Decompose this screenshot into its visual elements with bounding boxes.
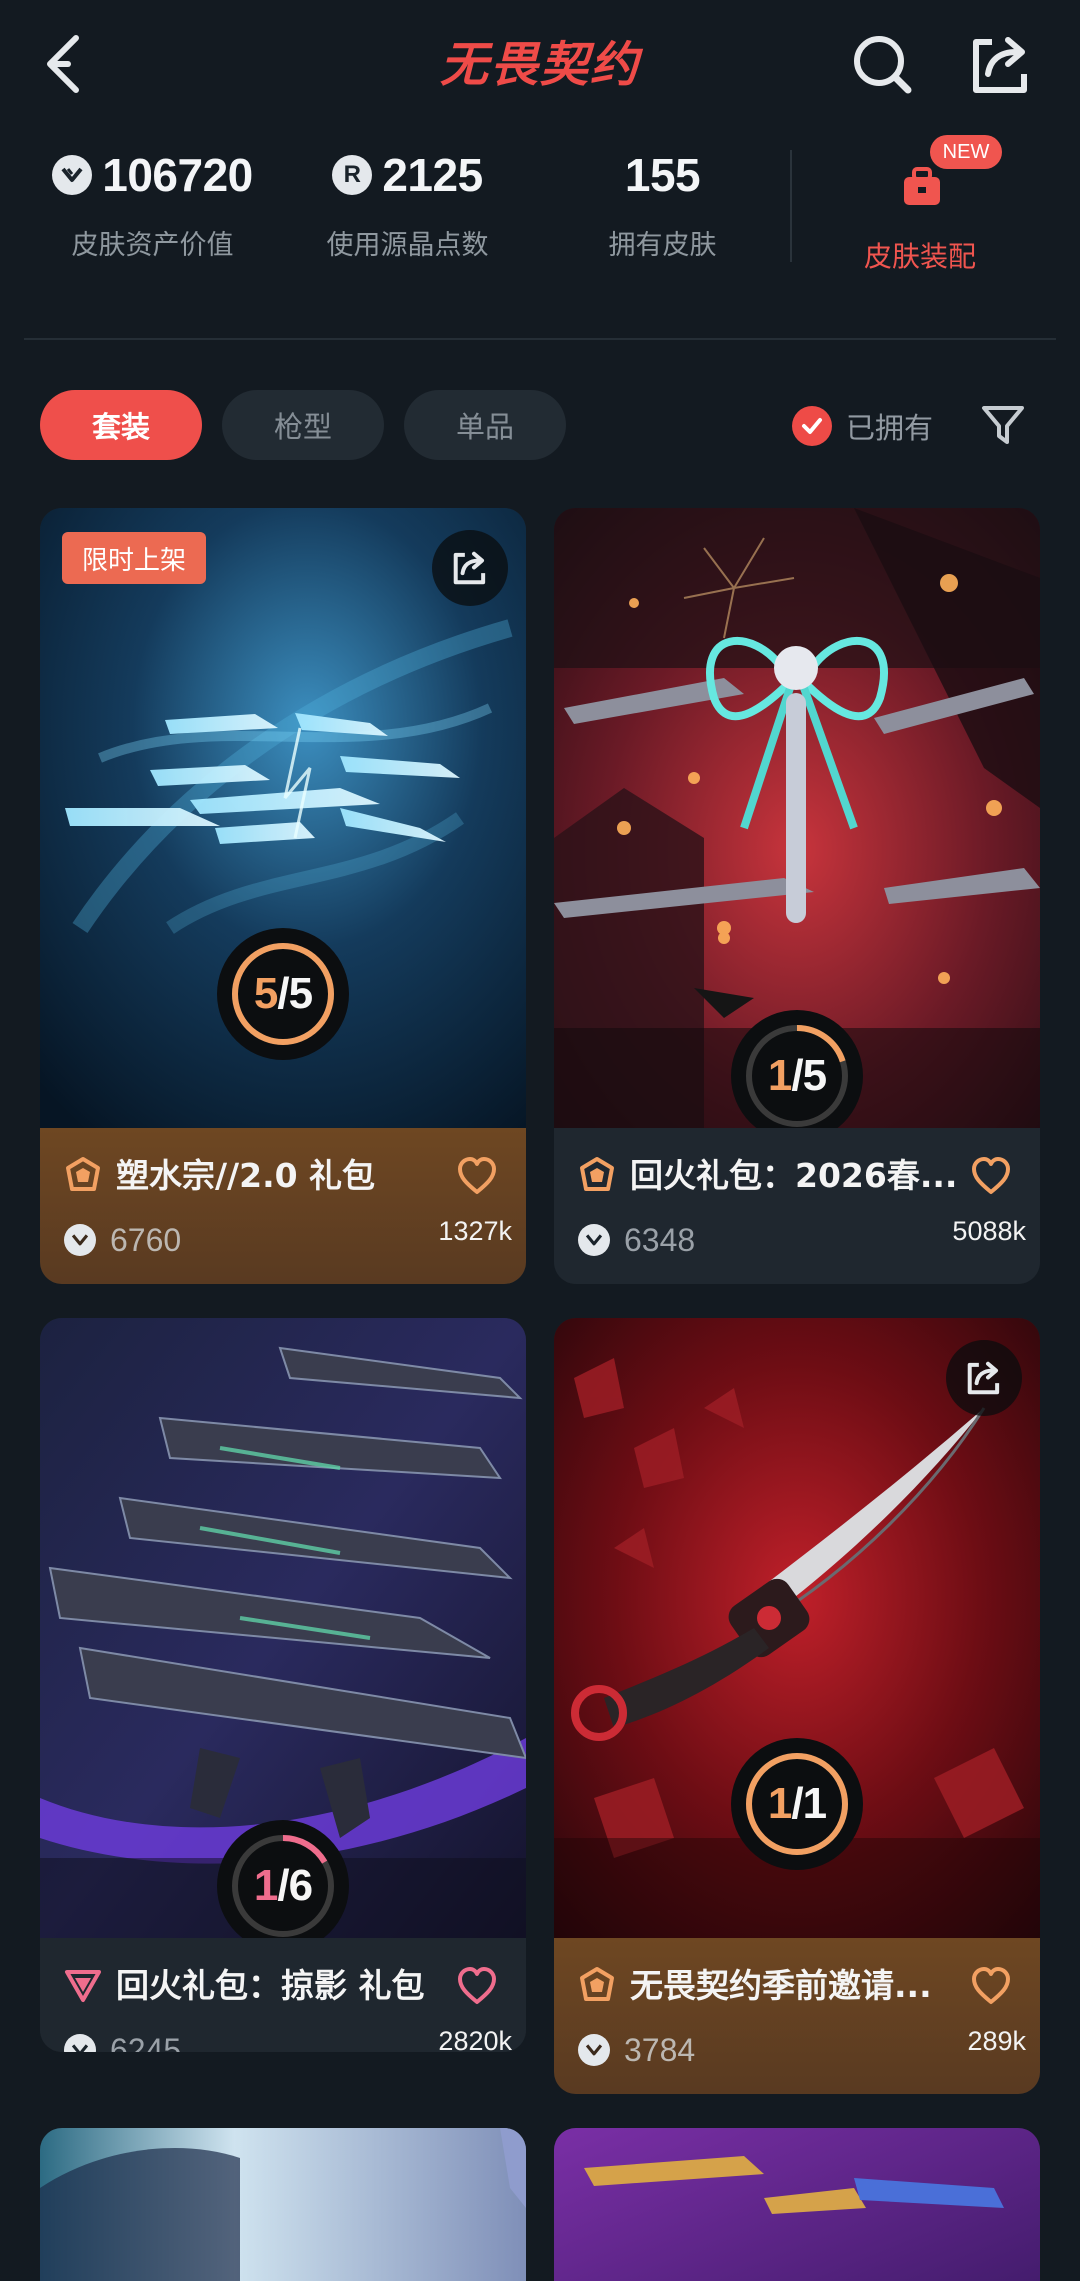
vp-coin-icon <box>64 1224 96 1256</box>
ownership-count: 1/1 <box>767 1779 827 1828</box>
share-button[interactable] <box>966 30 1036 100</box>
tab-bundles[interactable]: 套装 <box>40 390 202 460</box>
card-footer: 回火礼包：掠影 礼包 6245 2820k <box>40 1938 526 2052</box>
price-value: 6760 <box>110 1221 182 1258</box>
back-button[interactable] <box>38 28 102 100</box>
bundle-name: 回火礼包：2026春... <box>630 1156 958 1195</box>
limited-tag: 限时上架 <box>62 532 207 584</box>
skin-value-label: 皮肤资产价值 <box>71 230 234 261</box>
like-count: 289k <box>967 2026 1026 2056</box>
vp-coin-icon <box>578 1224 610 1256</box>
like-count: 2820k <box>438 2026 512 2052</box>
skin-value: 106720 <box>102 149 253 201</box>
share-icon <box>973 37 1027 93</box>
tab-weapon-types[interactable]: 枪型 <box>222 390 384 460</box>
card-footer: 塑水宗//2.0 礼包 6760 1327k <box>40 1128 526 1284</box>
card-share-button[interactable] <box>432 530 508 606</box>
loadout-label: 皮肤装配 <box>863 240 976 273</box>
bundle-card[interactable]: 1/6 回火礼包：掠影 礼包 6245 2820k <box>40 1318 526 2052</box>
tier-icon <box>580 1967 614 2001</box>
price-value: 6348 <box>624 1221 696 1258</box>
vp-coin-icon <box>64 2034 96 2052</box>
bundle-image <box>554 2128 1040 2281</box>
owned-skins-label: 拥有皮肤 <box>608 230 717 261</box>
heart-icon[interactable] <box>970 1156 1012 1196</box>
ownership-ring: 1/1 <box>731 1738 863 1870</box>
bundle-card-partial[interactable] <box>40 2128 526 2281</box>
back-icon <box>47 35 79 93</box>
heart-icon[interactable] <box>970 1966 1012 2006</box>
bundle-image <box>40 2128 526 2281</box>
radianite-value: 2125 <box>382 149 483 201</box>
tier-icon <box>66 1157 100 1191</box>
bundle-price: 6348 <box>578 1220 695 1260</box>
vp-coin-icon <box>578 2034 610 2066</box>
stats-bar: 106720 皮肤资产价值 R 2125 使用源晶点数 155 拥有皮肤 NEW <box>0 135 1080 285</box>
bundle-card[interactable]: 1/5 回火礼包：2026春... 6348 5088k <box>554 508 1040 1284</box>
bundle-name: 无畏契约季前邀请... <box>630 1966 932 2005</box>
app-title: 无畏契约 <box>439 37 640 93</box>
ownership-count: 5/5 <box>253 969 313 1018</box>
bundle-card-partial[interactable] <box>554 2128 1040 2281</box>
heart-icon[interactable] <box>456 1156 498 1196</box>
share-icon <box>967 1361 1000 1395</box>
card-footer: 回火礼包：2026春... 6348 5088k <box>554 1128 1040 1284</box>
bag-icon <box>904 167 940 205</box>
price-value: 6245 <box>110 2031 182 2053</box>
bundle-price: 6245 <box>64 2030 181 2052</box>
radianite-label: 使用源晶点数 <box>326 230 489 261</box>
bundle-name: 塑水宗//2.0 礼包 <box>116 1156 376 1195</box>
bundle-card[interactable]: 1/1 无畏契约季前邀请... 3784 289k <box>554 1318 1040 2094</box>
vp-coin-icon <box>52 155 93 195</box>
card-footer: 无畏契约季前邀请... 3784 289k <box>554 1938 1040 2094</box>
search-button[interactable] <box>848 30 918 100</box>
radianite-icon: R <box>332 155 373 195</box>
ownership-ring: 1/5 <box>731 1010 863 1142</box>
tier-icon <box>580 1157 614 1191</box>
ownership-count: 1/6 <box>253 1861 313 1910</box>
stat-skin-value: 106720 皮肤资产价值 <box>40 145 265 275</box>
check-icon <box>792 406 832 446</box>
ownership-count: 1/5 <box>767 1051 827 1100</box>
owned-toggle[interactable]: 已拥有 <box>792 402 933 450</box>
skin-collection-page: 无畏契约 106720 皮肤资产价值 R 2125 使用源晶点数 155 拥有皮… <box>0 0 1080 2281</box>
filter-icon[interactable] <box>980 402 1026 448</box>
tab-single-items[interactable]: 单品 <box>404 390 566 460</box>
section-divider <box>24 338 1056 340</box>
loadout-button[interactable]: NEW 皮肤装配 <box>800 135 1040 285</box>
search-icon <box>854 36 912 94</box>
ownership-ring: 1/6 <box>217 1820 349 1952</box>
ownership-ring: 5/5 <box>217 928 349 1060</box>
stats-divider <box>790 150 792 262</box>
filter-row: 套装 枪型 单品 已拥有 <box>0 390 1080 462</box>
bundle-price: 6760 <box>64 1220 181 1260</box>
like-count: 5088k <box>952 1216 1026 1246</box>
stat-radianite: R 2125 使用源晶点数 <box>295 145 520 275</box>
owned-skins-value: 155 <box>624 149 701 201</box>
card-share-button[interactable] <box>946 1340 1022 1416</box>
heart-icon[interactable] <box>456 1966 498 2006</box>
top-bar: 无畏契约 <box>0 0 1080 130</box>
share-icon <box>453 551 486 585</box>
owned-label: 已拥有 <box>846 411 934 445</box>
bundle-card[interactable]: 限时上架 5/5 塑水宗//2.0 礼包 6760 1327k <box>40 508 526 1284</box>
new-badge: NEW <box>930 135 1002 169</box>
bundle-price: 3784 <box>578 2030 695 2070</box>
price-value: 3784 <box>624 2031 696 2068</box>
like-count: 1327k <box>438 1216 512 1246</box>
bundle-name: 回火礼包：掠影 礼包 <box>116 1966 425 2005</box>
stat-owned-skins: 155 拥有皮肤 <box>550 145 775 275</box>
tier-icon <box>65 1970 101 2002</box>
